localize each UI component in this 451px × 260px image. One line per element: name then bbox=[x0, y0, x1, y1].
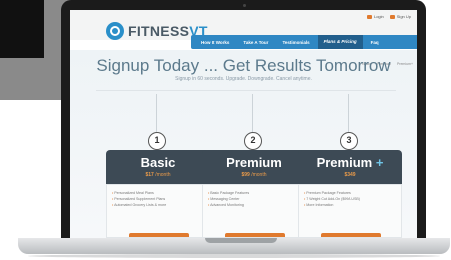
plan-price: $99 /month bbox=[241, 172, 267, 178]
plan-header: Premium + $349 bbox=[298, 150, 402, 184]
page-tagline: Signup in 60 seconds. Upgrade. Downgrade… bbox=[175, 76, 312, 82]
nav-testimonials[interactable]: Testimonials bbox=[276, 40, 315, 45]
plan-number-badge: 2 bbox=[244, 132, 262, 150]
laptop-notch bbox=[205, 238, 277, 243]
main-nav: How It Works Take A Tour Testimonials Pl… bbox=[191, 35, 417, 49]
login-icon bbox=[366, 14, 372, 19]
plan-features: Personalized Meal Plans Personalized Sup… bbox=[106, 184, 210, 238]
plan-name: Premium bbox=[226, 155, 282, 170]
plan-name: Basic bbox=[140, 155, 176, 170]
plan-feature: Automated Grocery Lists & more bbox=[112, 202, 204, 208]
signup-icon bbox=[389, 14, 395, 19]
plan-price: $349 bbox=[344, 172, 356, 178]
plan-name: Premium + bbox=[316, 155, 384, 170]
plus-icon: + bbox=[375, 155, 384, 170]
plan-feature: More Information bbox=[304, 202, 396, 208]
plan-features: Basic Package Features Messaging Center … bbox=[202, 184, 306, 238]
plan-card-premium-plus: 3 Premium + $349 Premium Package Feature… bbox=[298, 94, 402, 238]
laptop-screen: Login Sign Up FITNESSVT How It Works Tak… bbox=[70, 10, 417, 238]
page-headline: Signup Today ... Get Results Tomorrow bbox=[96, 56, 391, 75]
background-device-dark bbox=[0, 0, 44, 58]
plan-connector bbox=[252, 94, 253, 132]
plan-header: Basic $17 /month bbox=[106, 150, 210, 184]
plan-connector bbox=[156, 94, 157, 132]
plan-card-basic: 1 Basic $17 /month Personalized Meal Pla… bbox=[106, 94, 210, 238]
plan-features: Premium Package Features 7 Weight Cut Ad… bbox=[298, 184, 402, 238]
plan-select-button[interactable] bbox=[129, 233, 189, 237]
plan-number-badge: 1 bbox=[148, 132, 166, 150]
signup-link[interactable]: Sign Up bbox=[389, 14, 411, 19]
logo-mark-icon bbox=[106, 22, 124, 40]
plan-feature: Advanced Monitoring bbox=[208, 202, 300, 208]
nav-faq[interactable]: Faq bbox=[365, 40, 385, 45]
plan-select-button[interactable] bbox=[225, 233, 285, 237]
plan-header: Premium $99 /month bbox=[202, 150, 306, 184]
laptop-shadow bbox=[28, 254, 440, 258]
nav-plans-pricing[interactable]: Plans & Pricing bbox=[317, 35, 363, 49]
login-link[interactable]: Login bbox=[366, 14, 384, 19]
plan-connector bbox=[348, 94, 349, 132]
nav-how-it-works[interactable]: How It Works bbox=[195, 40, 235, 45]
plan-card-premium: 2 Premium $99 /month Basic Package Featu… bbox=[202, 94, 306, 238]
plan-number-badge: 3 bbox=[340, 132, 358, 150]
plan-select-button[interactable] bbox=[321, 233, 381, 237]
top-links: Login Sign Up bbox=[366, 14, 411, 19]
camera-icon bbox=[243, 4, 246, 7]
scene: Login Sign Up FITNESSVT How It Works Tak… bbox=[0, 0, 451, 260]
divider bbox=[96, 90, 396, 91]
plan-price: $17 /month bbox=[145, 172, 171, 178]
nav-take-a-tour[interactable]: Take A Tour bbox=[237, 40, 274, 45]
